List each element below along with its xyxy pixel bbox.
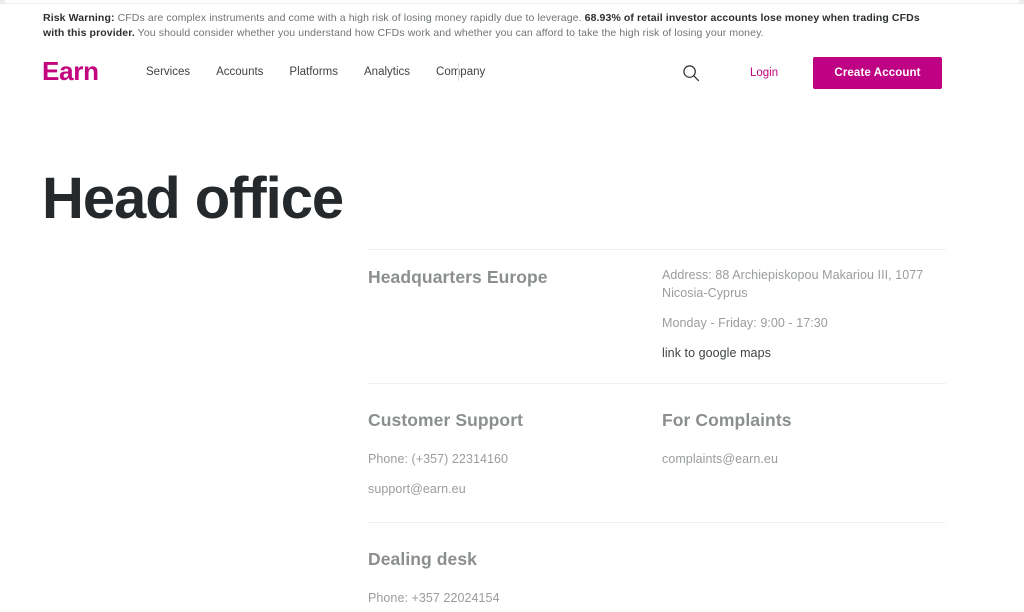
nav-item-analytics[interactable]: Analytics: [364, 65, 426, 80]
section-headquarters-europe: Headquarters Europe Address: 88 Archiepi…: [368, 250, 946, 383]
nav-item-platforms[interactable]: Platforms: [289, 65, 354, 80]
nav-separator: [458, 63, 459, 81]
section-dealing-desk: Dealing desk Phone: +357 22024154 tradin…: [368, 523, 946, 612]
page-root: Risk Warning: CFDs are complex instrumen…: [0, 0, 1024, 612]
customer-support-col: Customer Support Phone: (+357) 22314160 …: [368, 409, 662, 498]
page-top-edge: [0, 0, 1024, 4]
login-link[interactable]: Login: [750, 66, 778, 80]
dealing-desk-col: Dealing desk Phone: +357 22024154 tradin…: [368, 548, 662, 612]
nav-item-services[interactable]: Services: [146, 65, 206, 80]
headquarters-details-col: Address: 88 Archiepiskopou Makariou III,…: [662, 266, 946, 362]
complaints-heading: For Complaints: [662, 410, 792, 430]
search-icon[interactable]: [681, 63, 701, 83]
customer-support-email[interactable]: support@earn.eu: [368, 480, 650, 498]
primary-navigation: Services Accounts Platforms Analytics Co…: [146, 65, 501, 80]
google-maps-link[interactable]: link to google maps: [662, 344, 946, 362]
risk-warning-banner: Risk Warning: CFDs are complex instrumen…: [43, 11, 935, 41]
dealing-desk-phone: Phone: +357 22024154: [368, 591, 500, 605]
risk-warning-label: Risk Warning:: [43, 12, 115, 24]
page-title: Head office: [42, 166, 344, 231]
complaints-email[interactable]: complaints@earn.eu: [662, 450, 946, 468]
nav-item-company[interactable]: Company: [436, 65, 501, 80]
headquarters-heading-col: Headquarters Europe: [368, 266, 662, 362]
dealing-desk-empty-col: [662, 548, 946, 612]
contact-sections: Headquarters Europe Address: 88 Archiepi…: [368, 249, 946, 612]
headquarters-hours: Monday - Friday: 9:00 - 17:30: [662, 316, 828, 330]
section-support-and-complaints: Customer Support Phone: (+357) 22314160 …: [368, 384, 946, 522]
site-logo[interactable]: Earn: [42, 58, 99, 84]
risk-warning-text-2: You should consider whether you understa…: [134, 27, 764, 39]
risk-warning-text-1: CFDs are complex instruments and come wi…: [114, 12, 585, 24]
customer-support-heading: Customer Support: [368, 410, 524, 430]
complaints-col: For Complaints complaints@earn.eu: [662, 409, 946, 498]
create-account-button[interactable]: Create Account: [813, 57, 942, 89]
headquarters-heading: Headquarters Europe: [368, 267, 548, 287]
nav-item-accounts[interactable]: Accounts: [216, 65, 279, 80]
customer-support-phone: Phone: (+357) 22314160: [368, 452, 509, 466]
dealing-desk-heading: Dealing desk: [368, 549, 478, 569]
headquarters-address: Address: 88 Archiepiskopou Makariou III,…: [662, 268, 924, 300]
page-top-edge-inner: [5, 0, 1019, 3]
